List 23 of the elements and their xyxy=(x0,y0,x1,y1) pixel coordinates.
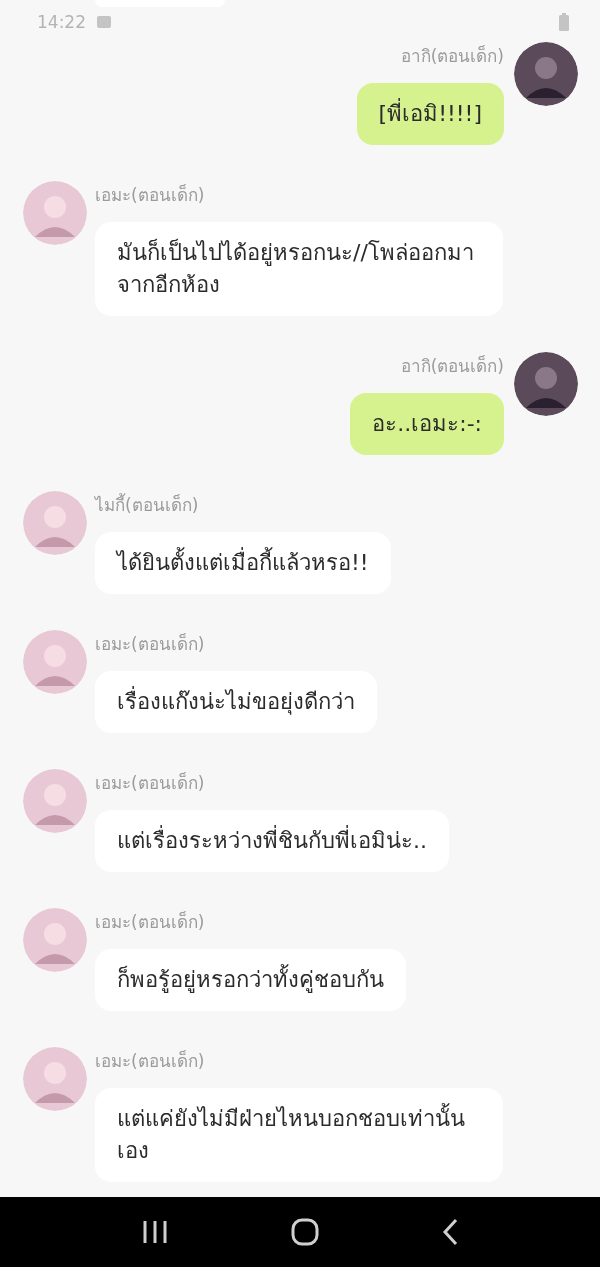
message-bubble: [พี่เอมิ!!!!] xyxy=(356,83,504,145)
message-bubble: ก็พอรู้อยู่หรอกว่าทั้งคู่ชอบกัน xyxy=(95,949,406,1011)
battery-icon xyxy=(558,12,570,32)
message-bubble: ได้ยินตั้งแต่เมื่อกี้แล้วหรอ!! xyxy=(95,532,391,594)
message-bubble: แต่เรื่องระหว่างพี่ชินกับพี่เอมิน่ะ.. xyxy=(95,810,449,872)
message-bubble: อะ..เอมะ:-: xyxy=(350,393,504,455)
status-time: 14:22 xyxy=(37,12,86,32)
sender-name: เอมะ(ตอนเด็ก) xyxy=(95,632,205,656)
recent-apps-icon[interactable] xyxy=(141,1220,168,1244)
sender-name: อากิ(ตอนเด็ก) xyxy=(400,354,504,378)
home-icon[interactable] xyxy=(291,1218,319,1246)
sender-name: เอมะ(ตอนเด็ก) xyxy=(95,771,205,795)
sender-name: ไมกี้(ตอนเด็ก) xyxy=(95,492,199,517)
message-bubble: มันก็เป็นไปได้อยู่หรอกนะ//โพล่ออกมาจากอีกห้อง xyxy=(95,222,503,316)
avatar-picture[interactable] xyxy=(514,352,578,416)
sender-name: เอมะ(ตอนเด็ก) xyxy=(95,910,205,934)
message-bubble: เรื่องแก๊งน่ะไม่ขอยุ่งดีกว่า xyxy=(95,671,377,733)
message-bubble: แต่แค่ยังไม่มีฝ่ายไหนบอกชอบเท่านั้นเอง xyxy=(95,1088,503,1182)
sender-name: เอมะ(ตอนเด็ก) xyxy=(95,183,205,207)
avatar-picture[interactable] xyxy=(514,42,578,106)
sender-name: เอมะ(ตอนเด็ก) xyxy=(95,1049,205,1073)
back-icon[interactable] xyxy=(442,1218,459,1246)
sender-name: อากิ(ตอนเด็ก) xyxy=(400,44,504,68)
